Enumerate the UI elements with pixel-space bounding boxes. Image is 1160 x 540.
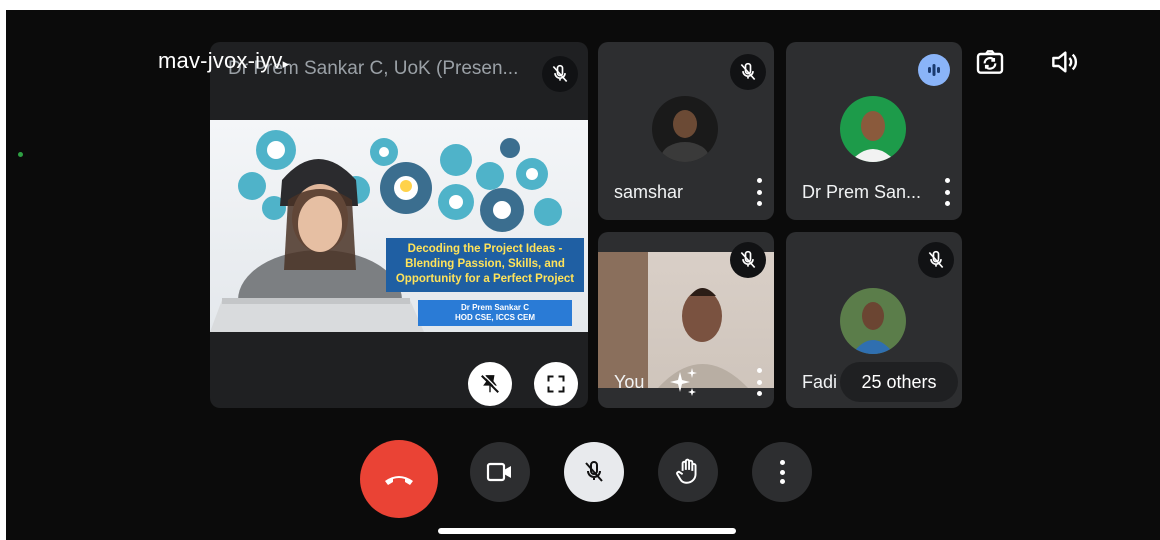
- presentation-slide: Decoding the Project Ideas - Blending Pa…: [210, 120, 588, 332]
- video-camera-icon: [486, 462, 511, 482]
- more-options-icon[interactable]: [752, 178, 766, 206]
- slide-headline: Decoding the Project Ideas - Blending Pa…: [386, 238, 584, 292]
- avatar: [652, 96, 718, 162]
- avatar: [840, 288, 906, 354]
- raise-hand-button[interactable]: [658, 442, 718, 502]
- mic-off-icon: [542, 56, 578, 92]
- meet-call-screen: Dr Prem Sankar C, UoK (Presen... Decodin…: [6, 10, 1160, 540]
- sparkle-effects-icon[interactable]: [668, 366, 700, 398]
- slide-author-name: Dr Prem Sankar C: [460, 303, 530, 312]
- unpin-button[interactable]: [468, 362, 512, 406]
- slide-author-role: HOD CSE, ICCS CEM: [454, 313, 535, 322]
- avatar: [840, 96, 906, 162]
- mic-off-icon: [730, 242, 766, 278]
- participant-tile-samshar[interactable]: samshar: [598, 42, 774, 220]
- end-call-icon: [385, 476, 413, 485]
- participant-name: Fadi: [802, 372, 838, 392]
- speaking-indicator-icon: [918, 54, 950, 86]
- fullscreen-icon: [547, 375, 565, 393]
- camera-switch-icon[interactable]: [974, 46, 1006, 78]
- more-vert-icon: [775, 460, 789, 484]
- participant-tile-dr-prem[interactable]: Dr Prem San...: [786, 42, 962, 220]
- slide-author: Dr Prem Sankar C HOD CSE, ICCS CEM: [418, 300, 572, 326]
- camera-button[interactable]: [470, 442, 530, 502]
- chevron-right-icon: ▸: [282, 56, 290, 71]
- mic-off-icon: [918, 242, 954, 278]
- more-options-icon[interactable]: [752, 368, 766, 396]
- status-dot: [18, 152, 23, 157]
- end-call-button[interactable]: [360, 440, 438, 518]
- speaker-icon[interactable]: [1048, 46, 1080, 78]
- mic-off-icon: [585, 461, 603, 482]
- participant-tile-you[interactable]: You: [598, 232, 774, 408]
- unpin-icon: [481, 373, 501, 393]
- mic-off-icon: [730, 54, 766, 90]
- participant-name: samshar: [614, 182, 684, 202]
- microphone-button[interactable]: [564, 442, 624, 502]
- meeting-code[interactable]: mav-jvox-iyv▸: [158, 48, 289, 74]
- raise-hand-icon: [676, 458, 697, 484]
- others-chip[interactable]: 25 others: [840, 362, 958, 402]
- more-options-icon[interactable]: [940, 178, 954, 206]
- meeting-code-text: mav-jvox-iyv: [158, 48, 283, 73]
- presentation-tile[interactable]: Dr Prem Sankar C, UoK (Presen... Decodin…: [210, 42, 588, 408]
- fullscreen-button[interactable]: [534, 362, 578, 406]
- participant-name: Dr Prem San...: [802, 182, 922, 202]
- participant-name: You: [614, 372, 645, 392]
- home-indicator[interactable]: [438, 528, 736, 534]
- more-options-button[interactable]: [752, 442, 812, 502]
